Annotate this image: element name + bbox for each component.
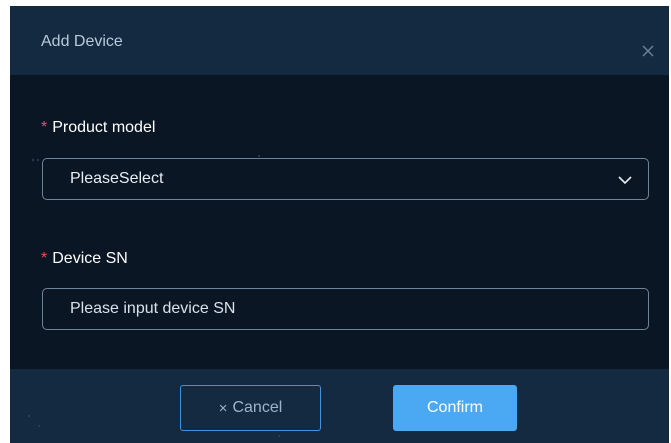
product-model-selected-value: PleaseSelect xyxy=(70,170,164,187)
cancel-button-label: Cancel xyxy=(232,399,283,416)
required-mark: * xyxy=(41,250,48,267)
product-model-label: * Product model xyxy=(41,119,155,137)
dialog-footer: × Cancel Confirm xyxy=(10,369,669,443)
device-sn-label: * Device SN xyxy=(41,250,128,268)
confirm-button[interactable]: Confirm xyxy=(393,385,517,431)
device-sn-label-text: Device SN xyxy=(52,250,128,267)
decorative-dot xyxy=(278,435,280,437)
decorative-dot xyxy=(28,415,30,417)
close-button[interactable] xyxy=(641,44,655,58)
close-icon xyxy=(642,45,654,57)
decorative-dot xyxy=(258,155,260,157)
decorative-dot xyxy=(38,425,40,427)
decorative-dot xyxy=(32,159,34,161)
cancel-button[interactable]: × Cancel xyxy=(180,385,321,431)
add-device-dialog: Add Device * Product model PleaseSelect *… xyxy=(10,6,669,443)
device-sn-field[interactable] xyxy=(42,288,649,330)
device-sn-input[interactable] xyxy=(43,289,648,329)
chevron-down-icon xyxy=(618,176,632,185)
product-model-label-text: Product model xyxy=(52,119,156,136)
close-icon: × xyxy=(218,399,228,417)
required-mark: * xyxy=(41,119,48,136)
dialog-header: Add Device xyxy=(10,6,669,75)
dialog-body: * Product model PleaseSelect * Device SN xyxy=(10,75,669,369)
dialog-title: Add Device xyxy=(41,33,123,50)
decorative-dot xyxy=(37,159,39,161)
confirm-button-label: Confirm xyxy=(426,399,483,416)
product-model-select[interactable]: PleaseSelect xyxy=(42,158,649,200)
